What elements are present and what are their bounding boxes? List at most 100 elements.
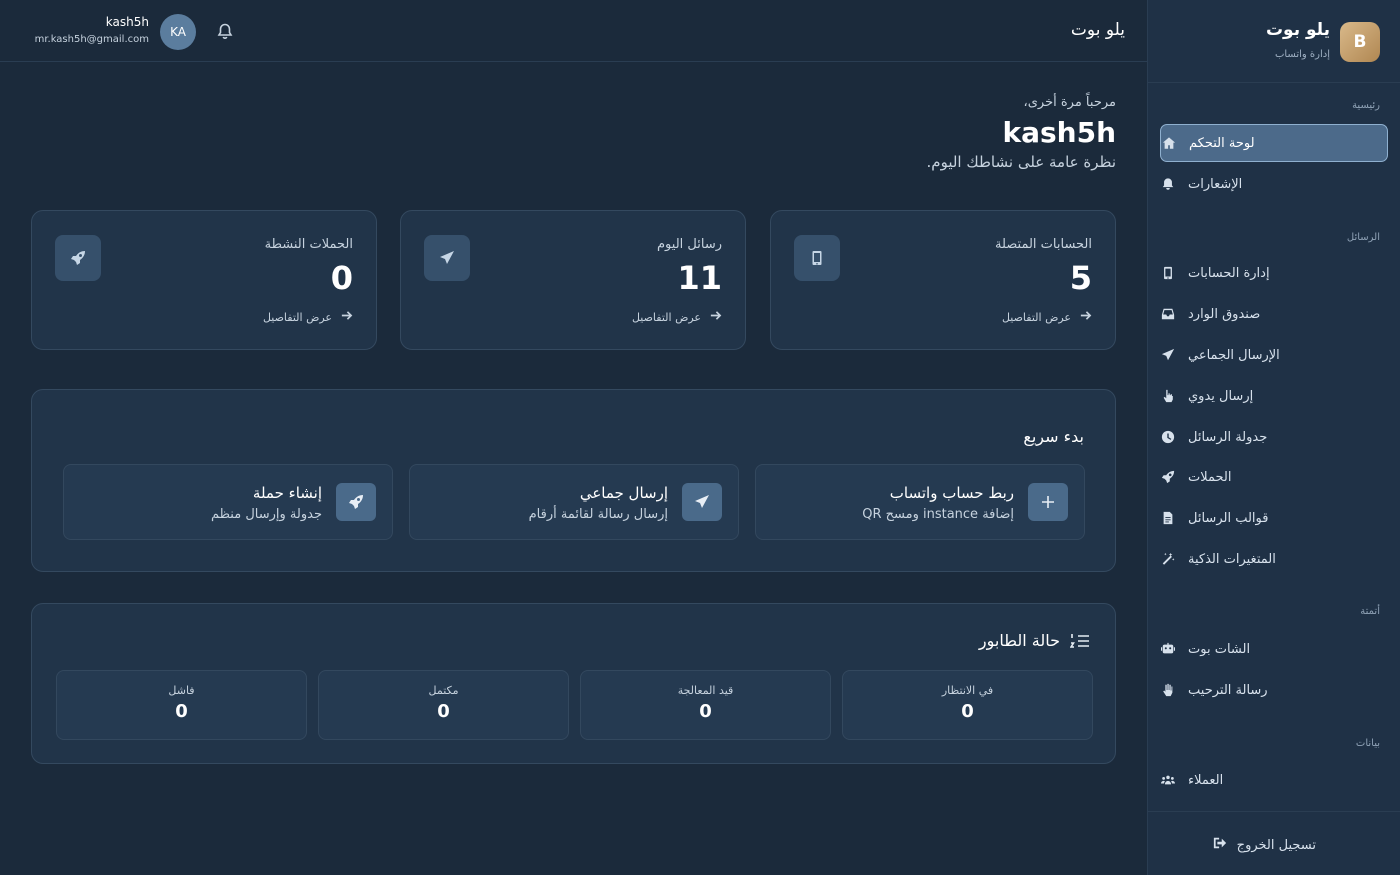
sidebar-item-label: إدارة الحسابات [1188, 265, 1270, 281]
view-details-link[interactable]: عرض التفاصيل [1002, 309, 1092, 325]
stat-label: رسائل اليوم [657, 237, 722, 252]
create-campaign-action[interactable]: إنشاء حملة جدولة وإرسال منظم [63, 464, 393, 540]
action-subtitle: إضافة instance ومسح QR [862, 507, 1014, 522]
sidebar-item-inbox[interactable]: صندوق الوارد [1160, 295, 1388, 333]
welcome-section: مرحباً مرة أخرى، kash5h نظرة عامة على نش… [927, 95, 1116, 171]
sidebar-item-campaigns[interactable]: الحملات [1160, 458, 1388, 496]
sidebar-brand: B يلو بوت إدارة واتساب [1148, 0, 1400, 83]
view-details-label: عرض التفاصيل [631, 310, 701, 324]
sidebar-item-label: المتغيرات الذكية [1188, 551, 1276, 567]
queue-stat-completed: مكتمل 0 [318, 670, 569, 740]
home-icon [1161, 135, 1177, 151]
avatar[interactable]: KA [160, 14, 196, 50]
logout-icon [1213, 836, 1227, 854]
sidebar-item-label: قوالب الرسائل [1188, 510, 1269, 526]
mobile-icon [1160, 265, 1176, 281]
sidebar-item-label: الحملات [1188, 469, 1232, 485]
queue-status-title: حالة الطابور [978, 631, 1060, 650]
sidebar-footer: تسجيل الخروج [1147, 811, 1400, 875]
queue-stat-processing: قيد المعالجة 0 [580, 670, 831, 740]
sidebar-item-customers[interactable]: العملاء [1160, 761, 1388, 799]
view-details-link[interactable]: عرض التفاصيل [632, 309, 722, 325]
sidebar-item-label: لوحة التحكم [1189, 135, 1255, 151]
logout-label: تسجيل الخروج [1236, 837, 1316, 853]
arrow-right-icon [340, 309, 353, 325]
user-name: kash5h [105, 15, 149, 29]
list-ordered-icon [1069, 633, 1090, 649]
action-subtitle: إرسال رسالة لقائمة أرقام [528, 507, 668, 522]
sidebar-item-manual-send[interactable]: إرسال يدوي [1160, 377, 1388, 415]
sidebar-item-templates[interactable]: قوالب الرسائل [1160, 499, 1388, 537]
queue-stat-value: 0 [961, 701, 974, 722]
stat-value: 0 [330, 259, 353, 297]
view-details-link[interactable]: عرض التفاصيل [263, 309, 353, 325]
bulk-send-action[interactable]: إرسال جماعي إرسال رسالة لقائمة أرقام [409, 464, 739, 540]
stat-label: الحسابات المتصلة [994, 237, 1092, 252]
view-details-label: عرض التفاصيل [1001, 310, 1071, 324]
quick-start-panel: بدء سريع ربط حساب واتساب إضافة instance … [31, 389, 1116, 572]
file-icon [1160, 510, 1176, 526]
paper-plane-icon [424, 235, 470, 281]
sidebar-item-bulk-send[interactable]: الإرسال الجماعي [1160, 336, 1388, 374]
stat-card-connected-accounts: الحسابات المتصلة 5 عرض التفاصيل [770, 210, 1116, 350]
sidebar-item-label: رسالة الترحيب [1188, 682, 1268, 698]
sidebar-item-schedule[interactable]: جدولة الرسائل [1160, 418, 1388, 456]
queue-stat-label: مكتمل [428, 684, 459, 697]
action-subtitle: جدولة وإرسال منظم [210, 507, 322, 522]
stat-value: 11 [677, 259, 722, 297]
welcome-username: kash5h [1002, 116, 1116, 149]
sidebar-item-label: الإشعارات [1188, 176, 1243, 192]
connect-whatsapp-action[interactable]: ربط حساب واتساب إضافة instance ومسح QR [755, 464, 1085, 540]
sidebar-item-label: جدولة الرسائل [1188, 429, 1268, 445]
stat-value: 5 [1069, 259, 1092, 297]
section-label-automation: أتمتة [1360, 606, 1380, 617]
rocket-icon [1160, 469, 1176, 485]
rocket-icon [55, 235, 101, 281]
user-email: mr.kash5h@gmail.com [34, 34, 149, 45]
wave-hand-icon [1160, 682, 1176, 698]
robot-icon [1160, 641, 1176, 657]
welcome-greeting: مرحباً مرة أخرى، [1023, 95, 1116, 110]
sidebar-item-dashboard[interactable]: لوحة التحكم [1160, 124, 1388, 162]
sidebar-item-label: العملاء [1188, 772, 1224, 788]
action-title: إرسال جماعي [579, 484, 668, 502]
queue-stat-label: فاشل [168, 684, 195, 697]
sidebar-item-label: الشات بوت [1188, 641, 1251, 657]
arrow-right-icon [1079, 309, 1092, 325]
plus-icon [1028, 483, 1068, 521]
queue-stat-value: 0 [175, 701, 188, 722]
brand-title: يلو بوت [1265, 20, 1330, 40]
stat-card-active-campaigns: الحملات النشطة 0 عرض التفاصيل [31, 210, 377, 350]
queue-stat-value: 0 [437, 701, 450, 722]
sidebar-item-chatbot[interactable]: الشات بوت [1160, 630, 1388, 668]
action-title: إنشاء حملة [252, 484, 322, 502]
topbar: يلو بوت kash5h mr.kash5h@gmail.com KA [0, 0, 1147, 62]
queue-stat-waiting: في الانتظار 0 [842, 670, 1093, 740]
section-label-main: رئيسية [1352, 100, 1380, 111]
logout-button[interactable]: تسجيل الخروج [1213, 836, 1316, 854]
queue-stat-label: في الانتظار [941, 684, 994, 697]
sidebar-item-label: إرسال يدوي [1188, 388, 1254, 404]
notifications-bell-icon[interactable] [216, 22, 234, 40]
sidebar-item-notifications[interactable]: الإشعارات [1160, 165, 1388, 203]
sidebar-item-label: الإرسال الجماعي [1188, 347, 1280, 363]
sidebar-item-welcome-message[interactable]: رسالة الترحيب [1160, 671, 1388, 709]
action-title: ربط حساب واتساب [889, 484, 1014, 502]
bell-icon [1160, 176, 1176, 192]
clock-icon [1160, 429, 1176, 445]
sidebar-item-smart-variables[interactable]: المتغيرات الذكية [1160, 540, 1388, 578]
users-icon [1160, 772, 1176, 788]
queue-stat-label: قيد المعالجة [677, 684, 734, 697]
section-label-messages: الرسائل [1346, 232, 1380, 243]
hand-pointer-icon [1160, 388, 1176, 404]
brand-logo: B [1340, 22, 1380, 62]
section-label-data: بيانات [1355, 738, 1380, 749]
stat-card-messages-today: رسائل اليوم 11 عرض التفاصيل [400, 210, 746, 350]
queue-stat-failed: فاشل 0 [56, 670, 307, 740]
view-details-label: عرض التفاصيل [262, 310, 332, 324]
brand-subtitle: إدارة واتساب [1274, 49, 1330, 60]
paper-plane-icon [682, 483, 722, 521]
inbox-icon [1160, 306, 1176, 322]
page-title: يلو بوت [1070, 20, 1125, 40]
sidebar-item-accounts[interactable]: إدارة الحسابات [1160, 254, 1388, 292]
